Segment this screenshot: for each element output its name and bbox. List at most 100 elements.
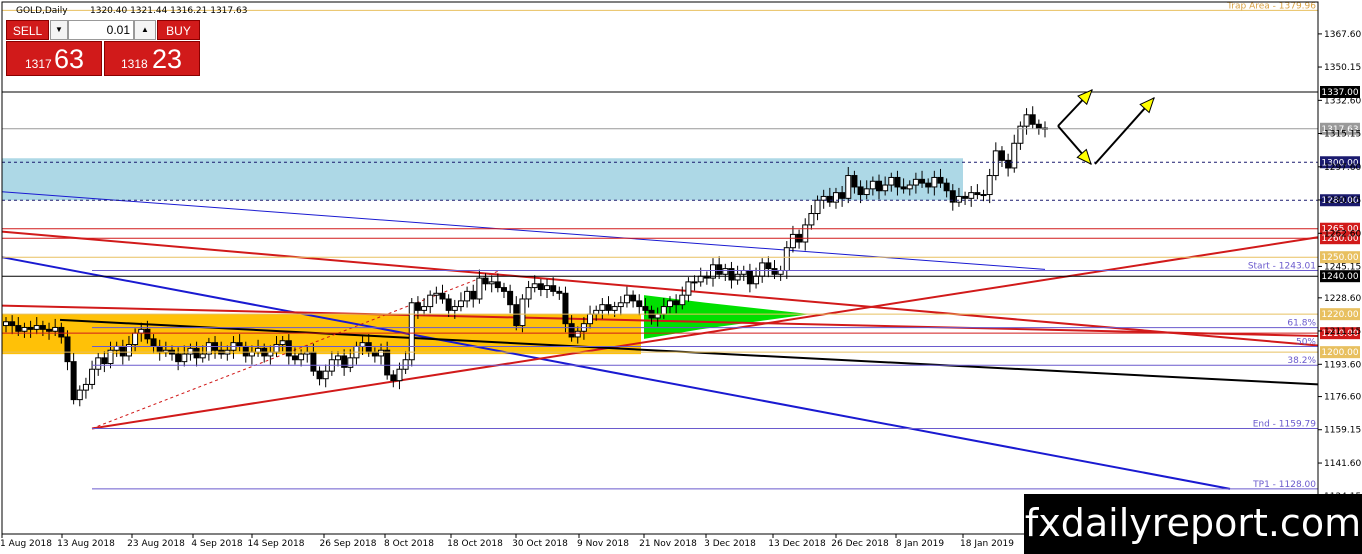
bull-candle-body [402, 359, 409, 370]
candle [470, 284, 477, 308]
candle [1042, 121, 1048, 138]
bear-candle-body [439, 292, 446, 300]
x-tick-label: 23 Aug 2018 [127, 539, 185, 549]
x-tick-label: 9 Nov 2018 [577, 539, 629, 549]
bear-candle-body [470, 290, 477, 300]
buy-price-big: 23 [152, 44, 183, 74]
sell-price-box[interactable]: 1317 63 [6, 41, 102, 76]
bull-candle-body [427, 294, 434, 308]
price-chart[interactable]: Start - 1243.01 61.8% 50% 38.2% End - 1159.7… [0, 0, 1362, 554]
bear-candle-body [482, 277, 489, 285]
bull-candle-body [986, 175, 993, 196]
candle [796, 229, 803, 249]
bull-candle-body [138, 328, 145, 334]
bull-candle-body [248, 351, 255, 357]
bear-candle-body [746, 269, 753, 285]
bear-candle-body [943, 182, 950, 192]
bull-candle-body [808, 213, 815, 226]
bull-candle-body [814, 199, 821, 215]
blue-long-trend-line [1, 191, 1046, 270]
price-level-tag-label: 1200.00 [1321, 348, 1358, 358]
bull-candle-body [888, 176, 895, 186]
bull-candle-body [476, 277, 483, 300]
bull-candle-body [654, 313, 661, 319]
bear-candle-body [64, 336, 71, 363]
candle [1005, 153, 1012, 177]
candle [962, 191, 969, 205]
candle [402, 351, 409, 374]
bull-candle-body [378, 349, 385, 357]
bull-candle-body [525, 287, 532, 300]
bear-candle-body [507, 290, 514, 306]
bear-candle-body [1035, 123, 1042, 129]
candle [396, 362, 403, 390]
bull-candle-body [906, 184, 913, 190]
candle [507, 284, 514, 314]
buy-price-small: 1318 [121, 57, 148, 71]
candle [986, 168, 993, 204]
bear-candle-body [919, 178, 926, 184]
candle [316, 366, 323, 386]
bull-candle-body [3, 321, 9, 327]
bull-candle-body [132, 332, 139, 346]
candle [802, 218, 809, 251]
bear-candle-body [771, 268, 778, 275]
bull-candle-body [359, 342, 366, 347]
levels-layer: Start - 1243.01 61.8% 50% 38.2% End - 1159.7… [2, 1, 1360, 490]
bear-candle-body [894, 176, 901, 188]
candle [617, 296, 624, 316]
candle [740, 265, 747, 281]
fib-level-label: TP1 - 1128.00 [1252, 480, 1316, 490]
bear-candle-body [974, 192, 981, 196]
candle [703, 271, 710, 285]
x-tick-label: 1 Aug 2018 [0, 539, 52, 549]
bull-candle-body [912, 178, 919, 186]
sell-price-small: 1317 [25, 57, 52, 71]
buy-button[interactable]: BUY [157, 20, 200, 40]
bull-candle-body [679, 294, 686, 306]
bear-candle-body [876, 180, 883, 192]
buy-price-box[interactable]: 1318 23 [104, 41, 200, 76]
y-tick-label: 1228.60 [1324, 294, 1361, 304]
bull-candle-body [617, 302, 624, 308]
x-tick-label: 3 Dec 2018 [704, 539, 756, 549]
candle [537, 279, 544, 297]
lot-dropdown-icon[interactable]: ▼ [50, 20, 68, 40]
candle [783, 241, 790, 280]
candle [691, 275, 698, 291]
bull-candle-body [992, 150, 999, 177]
bull-candle-body [76, 389, 83, 401]
candle [630, 290, 637, 308]
candle [544, 279, 551, 299]
down-arrow [1057, 125, 1092, 165]
lot-stepper-icon[interactable]: ▲ [134, 20, 156, 40]
bear-candle-body [58, 326, 65, 338]
candle [734, 265, 741, 285]
bear-candle-body [70, 361, 77, 401]
bull-candle-body [820, 195, 827, 201]
x-tick-label: 14 Sep 2018 [247, 539, 304, 549]
bear-candle-body [998, 150, 1005, 161]
candle [808, 204, 815, 230]
bear-candle-body [156, 345, 163, 353]
bear-candle-body [414, 302, 421, 311]
fib-level-label: 61.8% [1287, 319, 1316, 329]
candle [636, 294, 643, 316]
bull-candle-body [697, 275, 704, 283]
bull-candle-body [753, 275, 760, 285]
watermark-banner: fxdailyreport.com [1024, 494, 1362, 554]
bull-candle-body [740, 269, 747, 275]
lot-size-input[interactable]: 0.01 [68, 20, 134, 40]
bull-candle-body [298, 353, 305, 361]
bull-candle-body [1011, 142, 1018, 169]
fib-level-label: Start - 1243.01 [1248, 261, 1316, 271]
bull-candle-body [267, 351, 274, 357]
bull-candle-body [802, 224, 809, 243]
chart-title: GOLD,Daily [16, 6, 68, 16]
sell-button[interactable]: SELL [6, 20, 49, 40]
bear-candle-body [1005, 159, 1012, 169]
bear-candle-body [144, 328, 151, 340]
bull-candle-body [869, 180, 876, 190]
bull-candle-body [21, 326, 28, 332]
bull-candle-body [451, 306, 458, 311]
